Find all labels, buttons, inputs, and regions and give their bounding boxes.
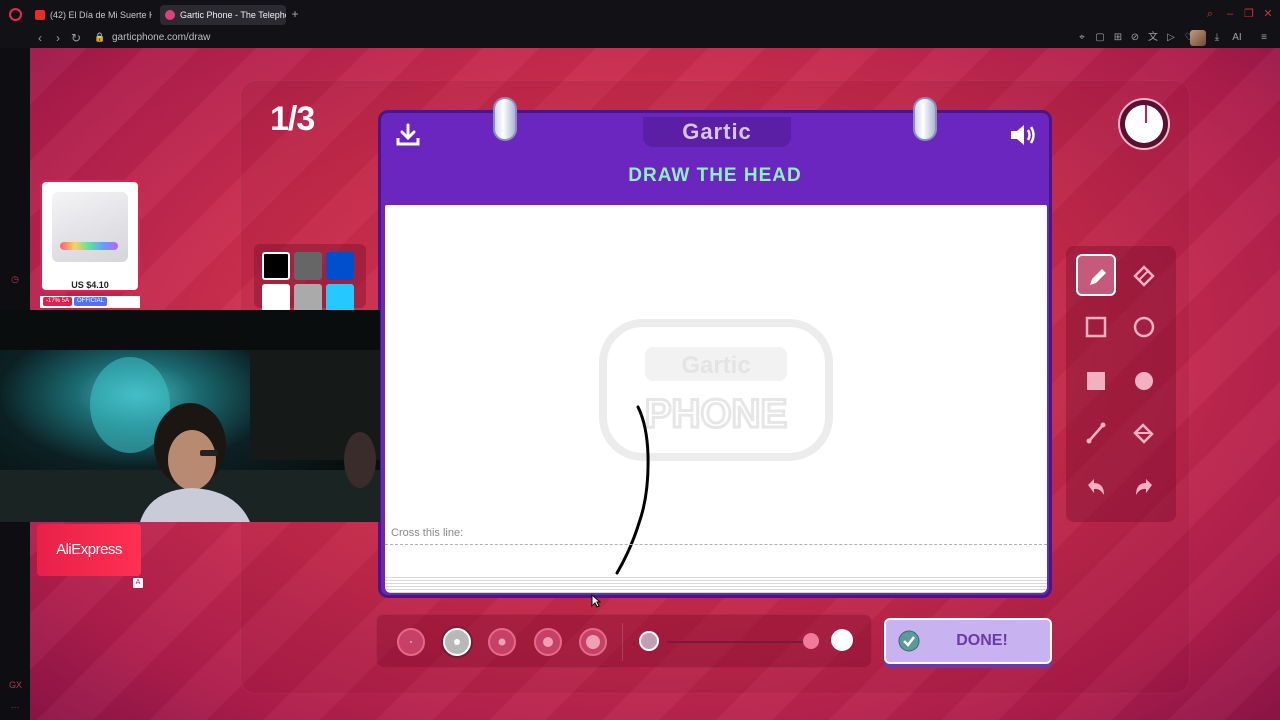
cross-line-label: Cross this line: xyxy=(391,527,464,539)
download-icon[interactable]: ⤓ xyxy=(1210,31,1224,45)
rectangle-outline-tool[interactable] xyxy=(1076,306,1116,348)
eraser-tool[interactable] xyxy=(1124,254,1164,296)
opacity-slider-handle[interactable] xyxy=(803,633,819,649)
youtube-icon xyxy=(35,10,45,20)
color-light-gray[interactable] xyxy=(294,284,322,312)
lock-icon: 🔒 xyxy=(94,32,106,42)
browser-tab-gartic[interactable]: Gartic Phone - The Telephone xyxy=(160,5,286,25)
redo-icon xyxy=(1136,479,1152,495)
cross-line xyxy=(385,544,1047,545)
brush-size-1[interactable] xyxy=(397,628,425,656)
tab-label: Gartic Phone - The Telephone xyxy=(180,10,286,20)
undo-tool[interactable] xyxy=(1076,466,1116,508)
search-icon[interactable]: ⌕ xyxy=(1204,8,1216,20)
pin-icon[interactable]: ⌖ xyxy=(1075,31,1089,45)
history-icon[interactable]: ◷ xyxy=(9,274,21,286)
ellipse-outline-icon xyxy=(1133,316,1155,338)
drawn-stroke xyxy=(615,405,650,575)
notebook-header: Gartic DRAW THE HEAD xyxy=(381,113,1049,203)
drawing-canvas[interactable]: Gartic PHONE Cross this line: xyxy=(385,205,1047,577)
undo-icon xyxy=(1088,479,1104,495)
aliexpress-banner[interactable]: AliExpress xyxy=(37,524,141,576)
gartic-logo: Gartic xyxy=(643,117,791,147)
address-bar: ‹ › ↻ 🔒 garticphone.com/draw ⌖ ▢ ⊞ ⊘ 文 ▷… xyxy=(0,28,1280,48)
browser-logo-icon[interactable] xyxy=(9,8,22,21)
ellipse-outline-tool[interactable] xyxy=(1124,306,1164,348)
more-icon[interactable]: … xyxy=(9,700,21,712)
translate-icon[interactable]: 文 xyxy=(1146,31,1160,45)
ai-icon[interactable]: AI xyxy=(1230,31,1244,45)
play-icon[interactable]: ▷ xyxy=(1164,31,1178,45)
reload-icon[interactable]: ↻ xyxy=(69,31,83,45)
discount-badge: -17% 5A xyxy=(43,297,73,306)
tool-panel xyxy=(1066,246,1176,522)
ad-badge-strip: -17% 5A OFFICIAL xyxy=(40,296,140,308)
minimize-icon[interactable]: – xyxy=(1224,8,1236,20)
gx-icon[interactable]: GX xyxy=(9,680,22,692)
ellipse-fill-tool[interactable] xyxy=(1124,360,1164,402)
restore-icon[interactable]: ❐ xyxy=(1243,8,1255,20)
browser-tab-youtube[interactable]: (42) El Día de Mi Suerte Ho xyxy=(30,5,152,25)
notebook-pages xyxy=(385,575,1047,593)
eraser-icon xyxy=(1133,265,1155,287)
avatar[interactable] xyxy=(1190,30,1206,46)
done-label: DONE! xyxy=(956,632,1008,649)
product-ad[interactable]: US $4.10 xyxy=(40,180,140,292)
snapshot-icon[interactable]: ▢ xyxy=(1093,31,1107,45)
mouse-cursor-icon xyxy=(591,594,601,608)
pencil-icon xyxy=(1090,269,1106,285)
color-cyan[interactable] xyxy=(326,284,354,312)
opacity-min-icon xyxy=(639,631,659,651)
brush-size-4[interactable] xyxy=(534,628,562,656)
extensions-icon[interactable]: ⊞ xyxy=(1111,31,1125,45)
color-palette xyxy=(254,244,366,312)
fill-bucket-tool[interactable] xyxy=(1124,412,1164,454)
product-price: US $4.10 xyxy=(71,280,109,290)
brush-controls xyxy=(376,614,872,668)
back-icon[interactable]: ‹ xyxy=(33,31,47,45)
close-icon[interactable]: ✕ xyxy=(1262,8,1274,20)
color-gray[interactable] xyxy=(294,252,322,280)
official-badge: OFFICIAL xyxy=(74,297,108,306)
binder-ring xyxy=(913,97,937,141)
tab-label: (42) El Día de Mi Suerte Ho xyxy=(50,10,152,20)
adblock-icon[interactable]: ⊘ xyxy=(1128,31,1142,45)
opacity-slider[interactable] xyxy=(667,641,815,643)
url-field[interactable]: garticphone.com/draw xyxy=(112,31,210,45)
menu-icon[interactable]: ≡ xyxy=(1257,31,1271,45)
download-icon[interactable] xyxy=(395,123,421,147)
brush-size-3[interactable] xyxy=(488,628,516,656)
color-black[interactable] xyxy=(262,252,290,280)
pencil-tool[interactable] xyxy=(1076,254,1116,296)
ellipse-fill-icon xyxy=(1135,372,1153,390)
rectangle-fill-icon xyxy=(1087,372,1105,390)
divider xyxy=(622,623,623,661)
brush-size-2[interactable] xyxy=(443,628,471,656)
gartic-favicon-icon xyxy=(165,10,175,20)
volume-icon[interactable] xyxy=(1009,123,1037,147)
rectangle-outline-icon xyxy=(1085,316,1107,338)
new-tab-button[interactable]: + xyxy=(289,8,301,20)
drawing-notebook: Gartic DRAW THE HEAD Gartic PHONE Cross … xyxy=(378,97,1052,598)
drawing-prompt: DRAW THE HEAD xyxy=(628,165,802,186)
color-blue[interactable] xyxy=(326,252,354,280)
fill-bucket-icon xyxy=(1133,423,1154,444)
rectangle-fill-tool[interactable] xyxy=(1076,360,1116,402)
timer-icon xyxy=(1118,98,1170,150)
forward-icon[interactable]: › xyxy=(51,31,65,45)
round-counter: 1/3 xyxy=(270,100,315,138)
product-image xyxy=(52,192,128,262)
streamer-image xyxy=(0,310,380,522)
ad-corner-badge: A xyxy=(133,578,143,588)
browser-tab-bar: (42) El Día de Mi Suerte Ho Gartic Phone… xyxy=(0,0,1280,28)
webcam-overlay xyxy=(0,310,380,522)
line-tool[interactable] xyxy=(1076,412,1116,454)
color-white[interactable] xyxy=(262,284,290,312)
brush-size-5[interactable] xyxy=(579,628,607,656)
opacity-max-icon xyxy=(831,629,853,651)
line-icon xyxy=(1086,422,1106,444)
redo-tool[interactable] xyxy=(1124,466,1164,508)
binder-ring xyxy=(493,97,517,141)
done-button[interactable]: DONE! xyxy=(884,618,1052,664)
